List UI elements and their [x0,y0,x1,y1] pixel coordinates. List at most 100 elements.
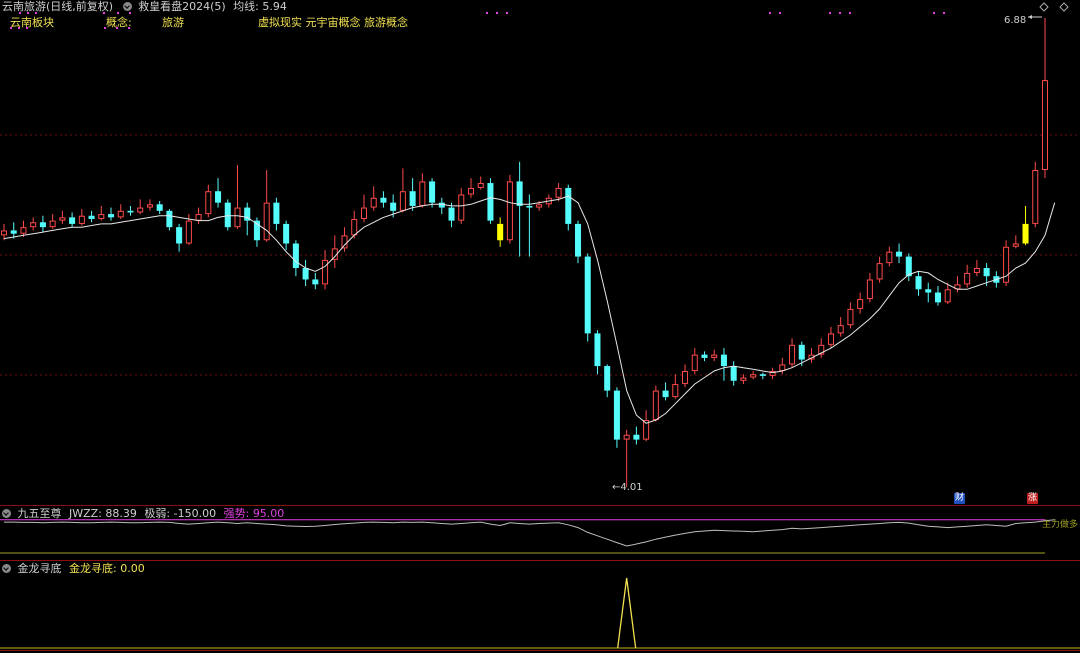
candle-body [964,272,971,285]
low-price-label: ←4.01 [612,482,643,493]
candle-body [857,299,864,309]
candle-body [827,333,834,345]
candle-body [789,344,796,365]
marker-dot [829,12,831,14]
candle-body [876,263,883,280]
candle-body [555,187,562,198]
panel1-menu-icon[interactable] [2,509,11,518]
candle-body [896,251,903,257]
candle-body [98,214,105,220]
candle-body [146,204,153,208]
candle-body [934,292,941,303]
candle-body [419,181,426,206]
candle-body [691,354,698,371]
candle-body [78,215,85,224]
candle-body [409,191,416,206]
marker-dot [933,12,935,14]
panel1-right-label: 主力做多 [1042,520,1079,530]
marker-dot [839,12,841,14]
marker-dot [779,12,781,14]
candle-body [973,268,980,273]
candle-body [69,217,76,224]
candle-body [429,181,436,203]
candle-body [925,289,932,293]
candle-body [720,354,727,367]
candle-body [536,204,543,208]
panel2-name[interactable]: 金龙寻底 [18,562,62,575]
candle-body [662,390,669,398]
candle-body [127,210,134,213]
candle-body [88,215,95,219]
candle-body [594,333,601,367]
candle-body [652,390,659,420]
candle-body [302,268,309,280]
indicator-menu-icon[interactable] [122,2,132,11]
strong-label: 强势: [223,507,250,520]
candle-body [467,187,475,195]
marker-dot [943,12,945,14]
candle-body [263,202,270,241]
candle-body [886,251,893,264]
marker-dot [496,12,498,14]
candle-body [322,259,329,285]
candle-body [1032,169,1039,224]
panel2-menu-icon[interactable] [2,564,11,573]
candle-body [341,235,348,249]
candle-body [30,222,37,228]
candle-body [185,220,192,244]
candle-body [205,191,212,215]
candle-body [740,377,747,381]
candle-body [672,384,679,398]
jwzz-line [4,519,1055,547]
candle-body [0,230,8,236]
candle-body [613,390,620,440]
candle-body [477,183,484,188]
candle-body [623,434,630,440]
panel1-name[interactable]: 九五至尊 [18,507,62,520]
candle-body [370,197,377,208]
candle-body [234,207,241,228]
stock-title[interactable]: 云南旅游(日线,前复权) [2,0,113,13]
chart-canvas [0,2,1080,651]
ma-value: 5.94 [262,0,287,13]
extreme-label: 极弱: [144,507,171,520]
candle-body [117,210,124,218]
strong-value: 95.00 [252,507,285,520]
finance-badge[interactable]: 财 [954,493,965,504]
concept-tags: 虚拟现实 元宇宙概念 旅游概念 [258,16,408,29]
candle-body [1022,223,1029,244]
diamond-icon [1039,2,1049,12]
candle-body [944,289,951,303]
sector-label: 云南板块 [10,16,54,29]
candle-body [166,210,173,228]
candle-body [682,370,689,385]
jwzz-value: 88.39 [105,507,137,520]
candle-body [312,279,319,285]
candle-body [847,308,854,326]
candle-body [905,256,912,277]
candle-body [10,230,17,234]
indicator-name[interactable]: 救皇看盘2024(5) [138,0,226,13]
header-bar: 云南旅游(日线,前复权) 救皇看盘2024(5) 均线: 5.94 [2,0,287,13]
high-arrow-head [1028,15,1032,19]
concept-value: 旅游 [162,16,184,29]
candle-body [39,222,46,228]
candle-body [730,366,737,381]
candle-body [59,217,66,221]
candle-body [458,194,465,221]
candle-body [283,223,290,244]
candle-body [176,227,183,244]
candle-body [399,191,406,211]
candle-body [360,207,367,219]
candle-body [1012,243,1019,247]
candle-body [1041,80,1049,170]
limit-up-badge[interactable]: 涨 [1027,493,1038,504]
candle-body [195,214,202,221]
candle-body [506,181,513,241]
candle-body [915,276,922,290]
candle-body [750,374,757,378]
candle-body [351,219,358,236]
jwzz-label: JWZZ: [69,507,102,520]
candle-body [156,204,163,211]
candle-body [711,354,718,358]
